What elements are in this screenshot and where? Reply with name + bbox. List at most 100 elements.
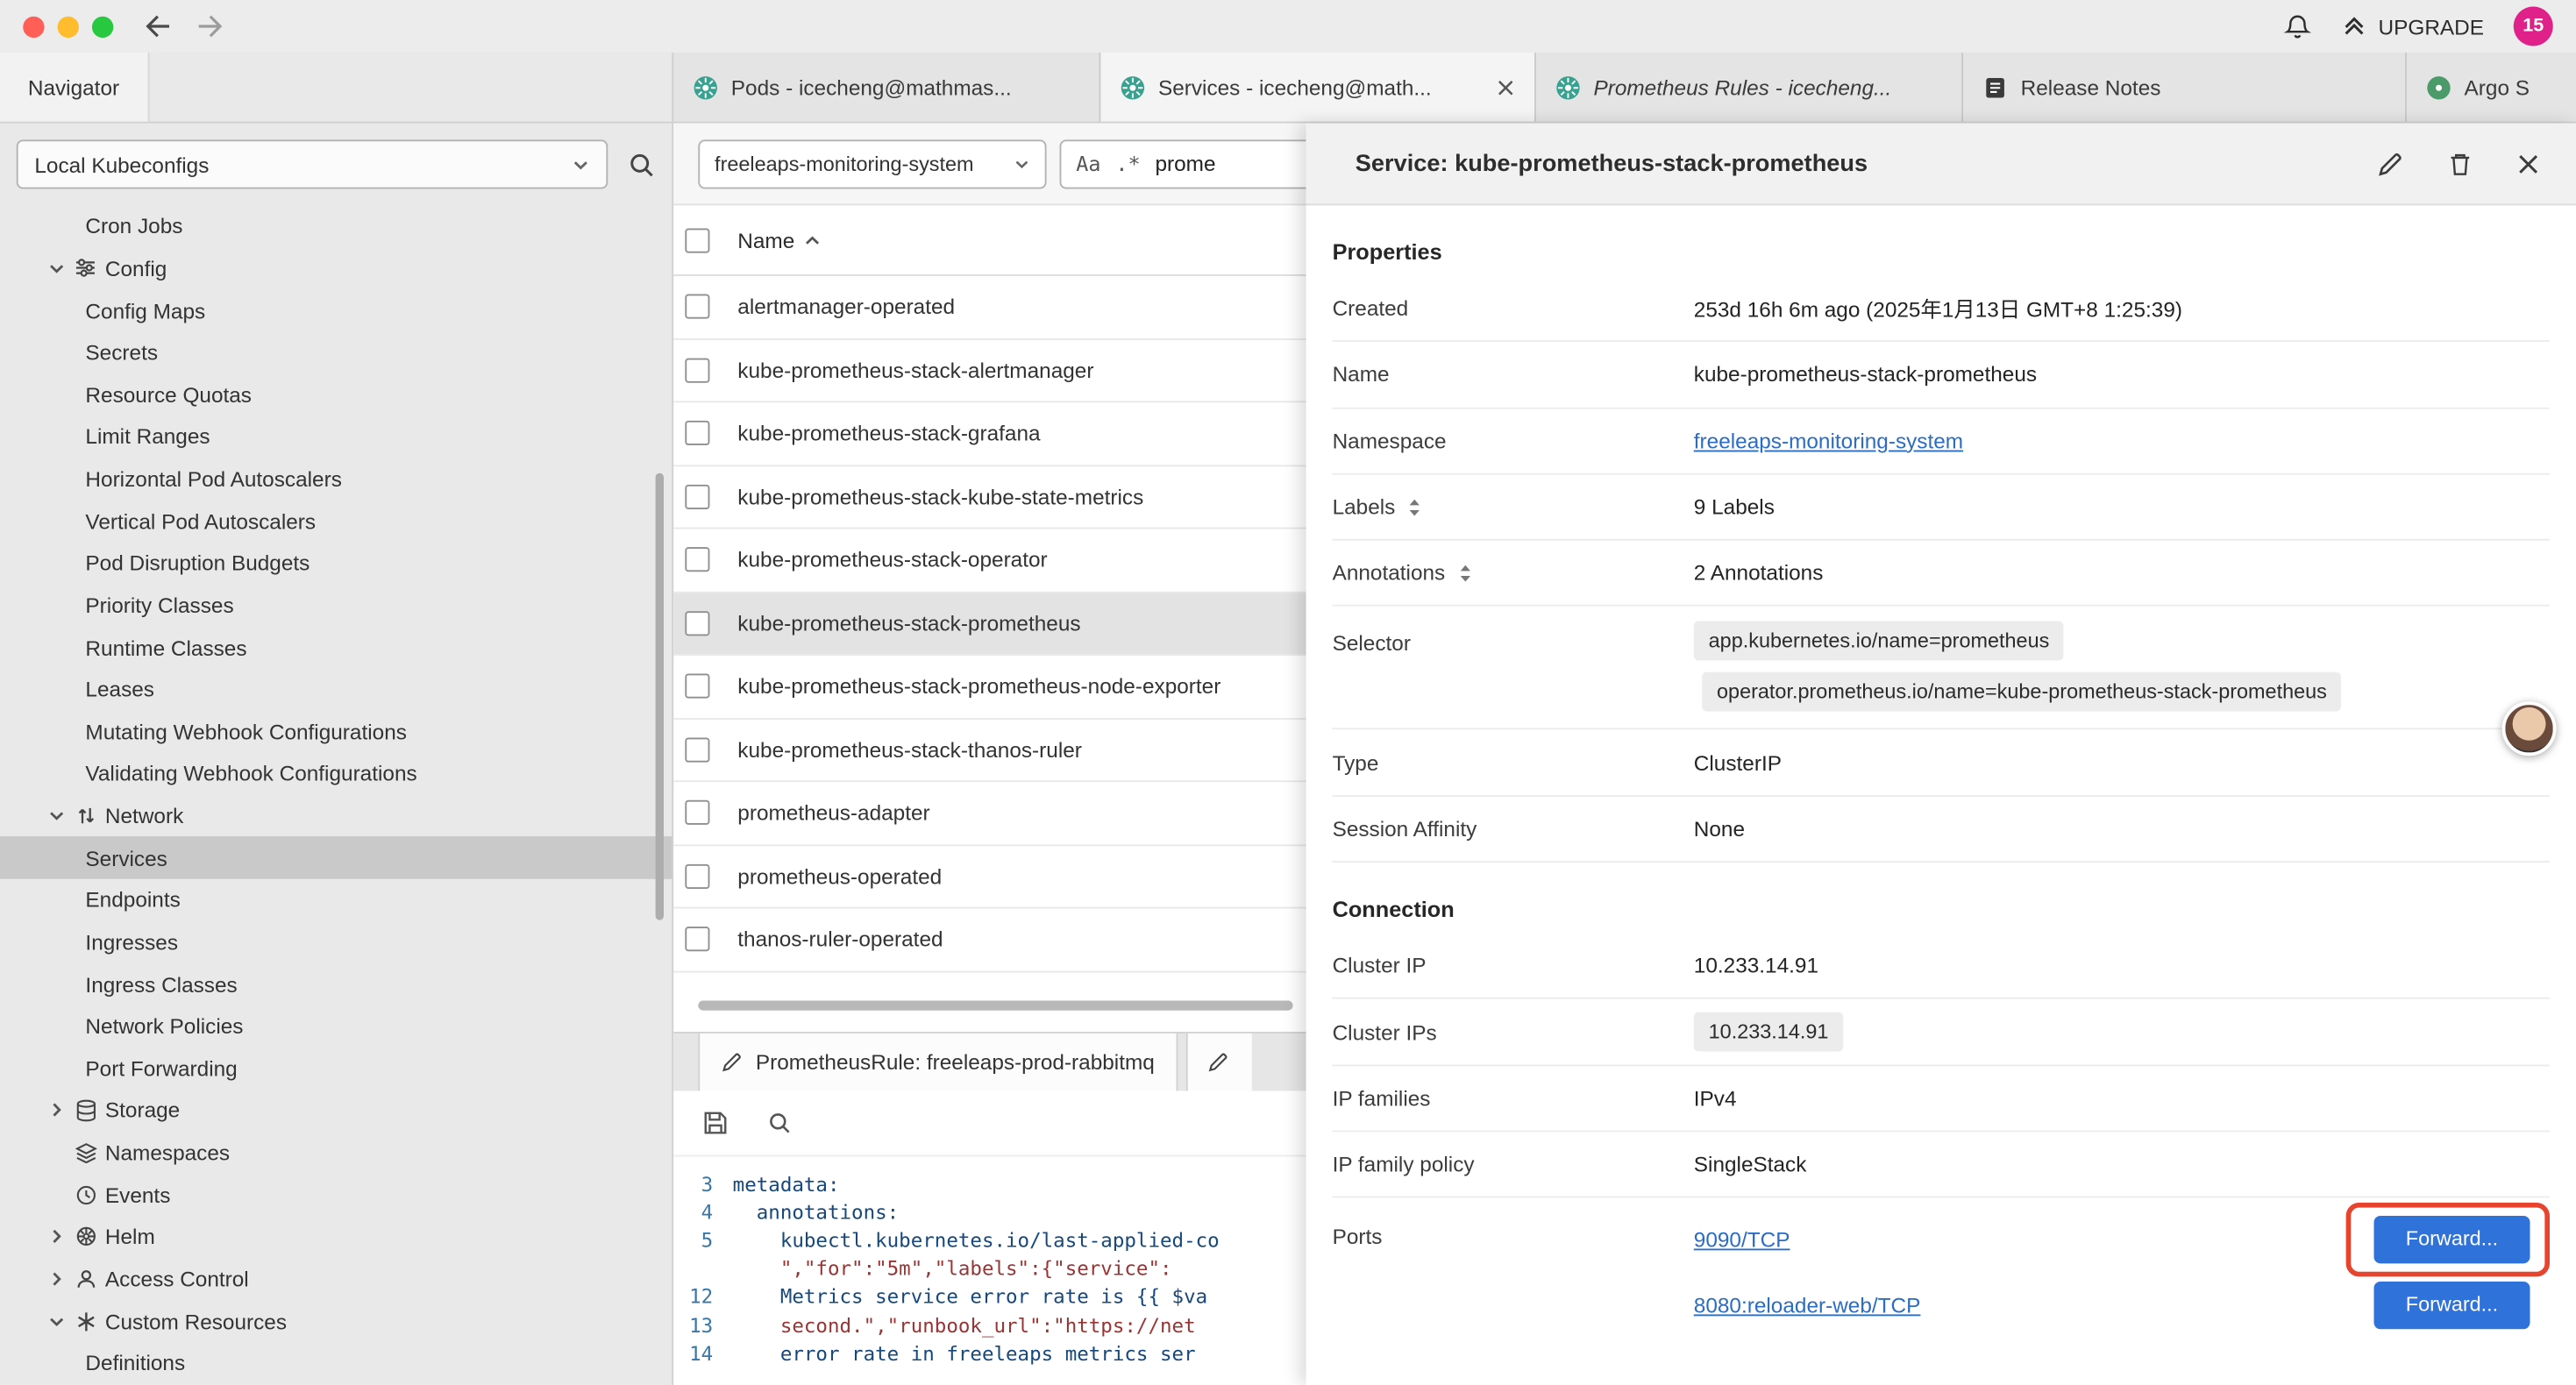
kubeconfig-selector[interactable]: Local Kubeconfigs [17, 139, 608, 188]
close-icon[interactable] [2517, 152, 2540, 174]
close-window-button[interactable] [23, 16, 44, 37]
sidebar-item-resource-quotas[interactable]: Resource Quotas [0, 373, 672, 416]
table-row[interactable]: kube-prometheus-stack-operator [673, 529, 1306, 593]
section-heading-properties: Properties [1333, 240, 2550, 265]
sidebar-item-priority-classes[interactable]: Priority Classes [0, 585, 672, 627]
chevron-right-icon[interactable] [43, 1102, 69, 1120]
sidebar-item-network-policies[interactable]: Network Policies [0, 1005, 672, 1048]
port-link-9090[interactable]: 9090/TCP [1694, 1227, 1790, 1252]
expand-updown-icon[interactable] [1456, 564, 1473, 583]
sidebar-item-cron-jobs[interactable]: Cron Jobs [0, 205, 672, 247]
save-icon[interactable] [703, 1111, 728, 1135]
sidebar-item-storage[interactable]: Storage [0, 1090, 672, 1132]
sidebar-item-runtime-classes[interactable]: Runtime Classes [0, 627, 672, 669]
notification-count-badge[interactable]: 15 [2514, 6, 2553, 46]
maximize-window-button[interactable] [92, 16, 113, 37]
expand-updown-icon[interactable] [1406, 497, 1423, 516]
row-checkbox[interactable] [685, 295, 709, 319]
sidebar-item-ingress-classes[interactable]: Ingress Classes [0, 963, 672, 1005]
upgrade-label: UPGRADE [2379, 14, 2484, 39]
notifications-bell-icon[interactable] [2283, 12, 2311, 40]
horizontal-scrollbar[interactable] [698, 1000, 1292, 1010]
row-checkbox[interactable] [685, 863, 709, 888]
sidebar-item-limit-ranges[interactable]: Limit Ranges [0, 416, 672, 458]
sidebar-scrollbar[interactable] [656, 473, 664, 920]
table-row[interactable]: prometheus-operated [673, 845, 1306, 908]
tab-argo[interactable]: Argo S [2407, 53, 2576, 122]
search-icon[interactable] [628, 150, 656, 178]
sidebar-item-endpoints[interactable]: Endpoints [0, 879, 672, 921]
sidebar-item-vertical-pod-autoscalers[interactable]: Vertical Pod Autoscalers [0, 500, 672, 542]
sidebar-item-services[interactable]: Services [0, 837, 672, 879]
editor-tab-prometheusrule[interactable]: PrometheusRule: freeleaps-prod-rabbitmq [698, 1033, 1178, 1091]
edit-button[interactable] [2377, 150, 2403, 176]
tab-prometheus-rules[interactable]: Prometheus Rules - icecheng... [1536, 53, 1963, 122]
sidebar-item-pod-disruption-budgets[interactable]: Pod Disruption Budgets [0, 543, 672, 585]
sidebar-item-leases[interactable]: Leases [0, 669, 672, 711]
sidebar-item-mutating-webhook-configurations[interactable]: Mutating Webhook Configurations [0, 711, 672, 753]
namespace-link[interactable]: freeleaps-monitoring-system [1694, 429, 1963, 453]
search-icon[interactable] [767, 1111, 792, 1135]
close-tab-icon[interactable] [1497, 78, 1515, 96]
row-checkbox[interactable] [685, 358, 709, 382]
table-row[interactable]: alertmanager-operated [673, 276, 1306, 339]
forward-arrow-icon[interactable] [196, 13, 225, 39]
table-row[interactable]: kube-prometheus-stack-kube-state-metrics [673, 465, 1306, 529]
annotations-count[interactable]: 2 Annotations [1694, 561, 1824, 586]
chevron-right-icon[interactable] [43, 1270, 69, 1289]
forward-button-9090[interactable]: Forward... [2373, 1216, 2530, 1263]
sidebar-item-access-control[interactable]: Access Control [0, 1258, 672, 1300]
column-header-name[interactable]: Name [737, 228, 821, 252]
table-row[interactable]: kube-prometheus-stack-prometheus-node-ex… [673, 656, 1306, 719]
yaml-editor[interactable]: 3metadata: 4 annotations: 5 kubectl.kube… [673, 1157, 1306, 1385]
namespace-selector[interactable]: freeleaps-monitoring-system [698, 138, 1046, 188]
sidebar-item-ingresses[interactable]: Ingresses [0, 921, 672, 963]
sidebar-item-custom-resources[interactable]: Custom Resources [0, 1300, 672, 1342]
table-row[interactable]: thanos-ruler-operated [673, 908, 1306, 971]
sidebar-item-definitions[interactable]: Definitions [0, 1342, 672, 1384]
editor-tab-partial[interactable] [1185, 1033, 1251, 1091]
match-case-toggle[interactable]: Aa [1076, 151, 1100, 175]
table-row[interactable]: kube-prometheus-stack-grafana [673, 402, 1306, 465]
sidebar-item-helm[interactable]: Helm [0, 1216, 672, 1258]
select-all-checkbox[interactable] [685, 228, 709, 252]
tab-pods[interactable]: Pods - icecheng@mathmas... [673, 53, 1100, 122]
sidebar-item-config-maps[interactable]: Config Maps [0, 289, 672, 331]
row-checkbox[interactable] [685, 674, 709, 699]
user-avatar[interactable] [2502, 701, 2557, 756]
table-row[interactable]: kube-prometheus-stack-thanos-ruler [673, 719, 1306, 782]
forward-button-8080[interactable]: Forward... [2373, 1282, 2530, 1329]
sidebar-item-secrets[interactable]: Secrets [0, 331, 672, 373]
sidebar-item-config[interactable]: Config [0, 247, 672, 289]
upgrade-button[interactable]: UPGRADE [2340, 13, 2484, 39]
sidebar-item-horizontal-pod-autoscalers[interactable]: Horizontal Pod Autoscalers [0, 458, 672, 500]
row-checkbox[interactable] [685, 737, 709, 762]
chevron-down-icon[interactable] [43, 259, 69, 278]
chevron-down-icon[interactable] [43, 1312, 69, 1331]
row-checkbox[interactable] [685, 927, 709, 952]
table-row-selected[interactable]: kube-prometheus-stack-prometheus [673, 593, 1306, 656]
back-arrow-icon[interactable] [143, 13, 173, 39]
search-input[interactable] [1155, 151, 1306, 175]
row-checkbox[interactable] [685, 800, 709, 825]
sidebar-item-events[interactable]: Events [0, 1174, 672, 1216]
minimize-window-button[interactable] [58, 16, 79, 37]
regex-toggle[interactable]: .* [1115, 151, 1140, 175]
sidebar-item-validating-webhook-configurations[interactable]: Validating Webhook Configurations [0, 753, 672, 795]
chevron-right-icon[interactable] [43, 1228, 69, 1246]
sidebar-item-port-forwarding[interactable]: Port Forwarding [0, 1048, 672, 1090]
table-row[interactable]: kube-prometheus-stack-alertmanager [673, 339, 1306, 402]
row-checkbox[interactable] [685, 421, 709, 445]
row-checkbox[interactable] [685, 484, 709, 508]
tab-release-notes[interactable]: Release Notes [1963, 53, 2407, 122]
sidebar-item-network[interactable]: Network [0, 795, 672, 837]
port-link-8080-reloader-web[interactable]: 8080:reloader-web/TCP [1694, 1293, 1921, 1318]
labels-count[interactable]: 9 Labels [1694, 494, 1775, 519]
table-row[interactable]: prometheus-adapter [673, 782, 1306, 845]
row-checkbox[interactable] [685, 611, 709, 636]
delete-button[interactable] [2448, 150, 2473, 176]
chevron-down-icon[interactable] [43, 806, 69, 825]
sidebar-item-namespaces[interactable]: Namespaces [0, 1132, 672, 1174]
tab-services[interactable]: Services - icecheng@math... [1100, 53, 1536, 122]
row-checkbox[interactable] [685, 548, 709, 572]
